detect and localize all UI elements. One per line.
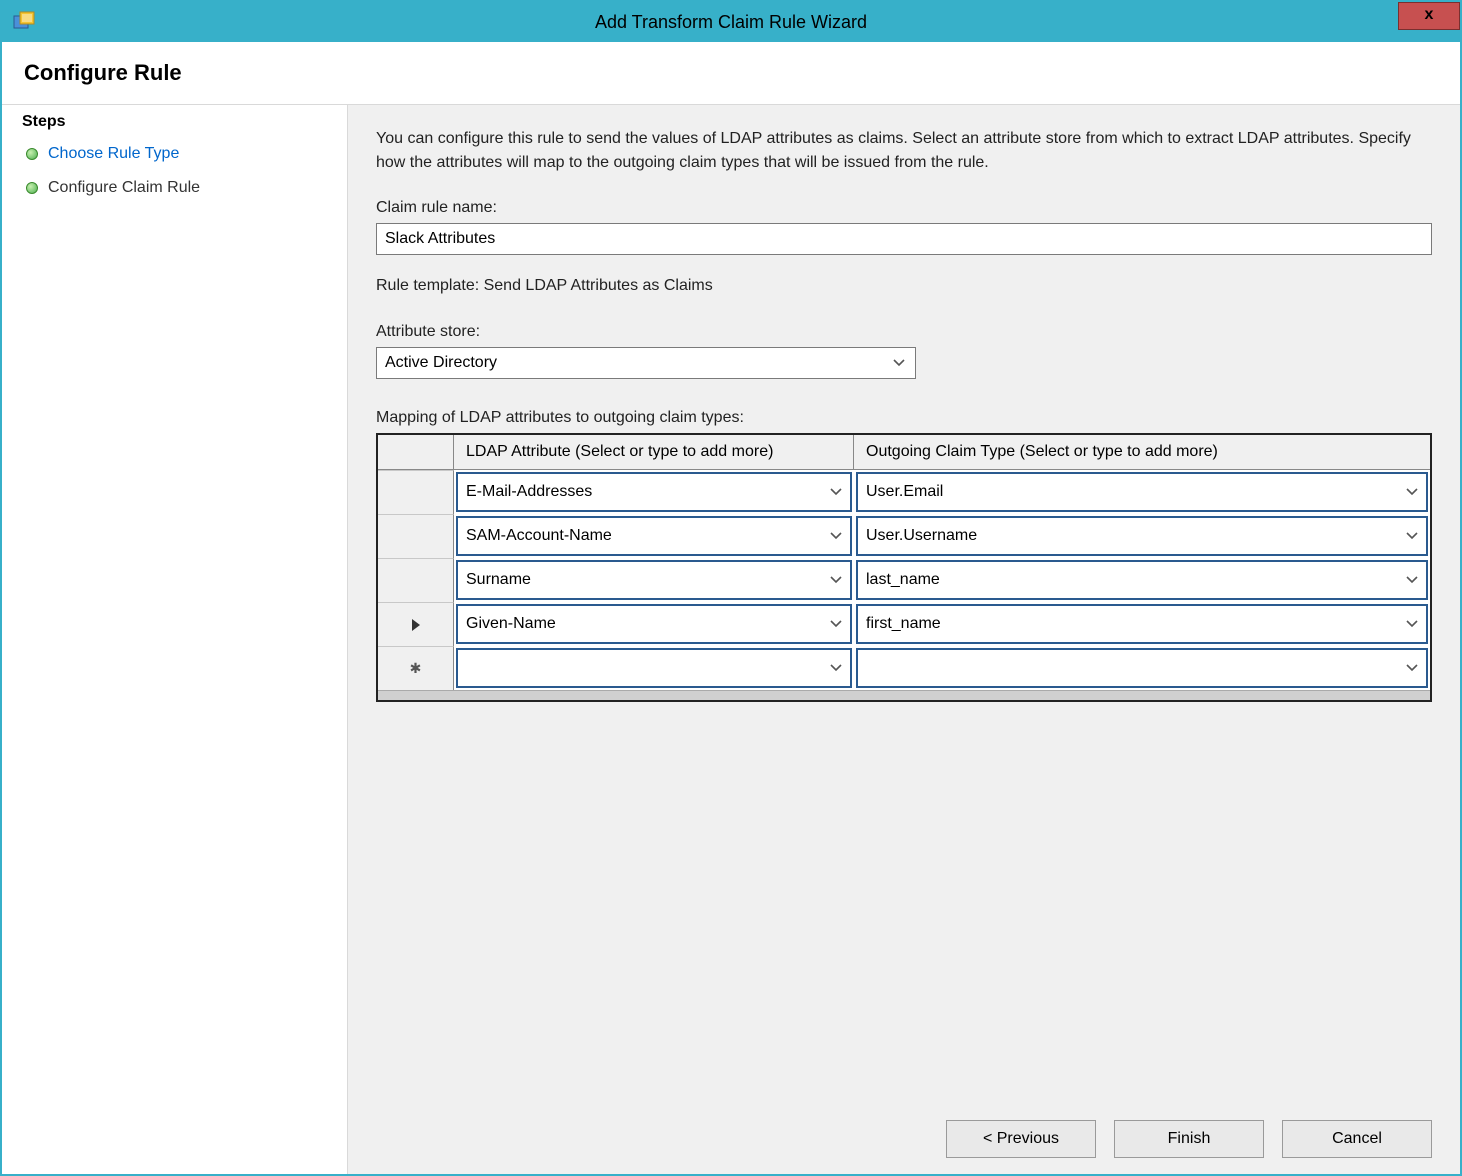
page-header: Configure Rule [2, 42, 1460, 104]
grid-row: Surname last_name [378, 558, 1430, 602]
chevron-down-icon [830, 488, 842, 496]
grid-row: ✱ [378, 646, 1430, 690]
page-title: Configure Rule [24, 60, 1438, 86]
current-row-icon [412, 619, 420, 631]
cell-value: User.Username [866, 527, 977, 545]
outgoing-claim-cell[interactable]: first_name [856, 604, 1428, 644]
finish-button[interactable]: Finish [1114, 1120, 1264, 1158]
step-label: Configure Claim Rule [48, 179, 200, 197]
new-row-icon: ✱ [410, 660, 422, 677]
grid-header-row: LDAP Attribute (Select or type to add mo… [378, 435, 1430, 470]
ldap-attribute-cell[interactable]: Given-Name [456, 604, 852, 644]
outgoing-claim-cell[interactable] [856, 648, 1428, 688]
chevron-down-icon [1406, 532, 1418, 540]
step-configure-claim-rule[interactable]: Configure Claim Rule [2, 171, 347, 205]
outgoing-claim-cell[interactable]: User.Email [856, 472, 1428, 512]
rule-template-label: Rule template: Send LDAP Attributes as C… [376, 277, 1432, 295]
content-pane: You can configure this rule to send the … [347, 104, 1460, 1174]
grid-row: Given-Name first_name [378, 602, 1430, 646]
app-icon [12, 10, 36, 34]
ldap-attribute-cell[interactable] [456, 648, 852, 688]
chevron-down-icon [1406, 488, 1418, 496]
chevron-down-icon [893, 359, 905, 367]
cell-value: first_name [866, 615, 941, 633]
row-header[interactable] [378, 558, 454, 602]
main-area: Steps Choose Rule Type Configure Claim R… [2, 104, 1460, 1174]
grid-row: E-Mail-Addresses User.Email [378, 470, 1430, 514]
previous-button[interactable]: < Previous [946, 1120, 1096, 1158]
window-title: Add Transform Claim Rule Wizard [2, 12, 1460, 33]
row-header[interactable] [378, 470, 454, 514]
ldap-attribute-cell[interactable]: E-Mail-Addresses [456, 472, 852, 512]
cell-value: Surname [466, 571, 531, 589]
col-header-ldap: LDAP Attribute (Select or type to add mo… [454, 435, 854, 469]
ldap-attribute-cell[interactable]: Surname [456, 560, 852, 600]
step-bullet-icon [26, 182, 38, 194]
attribute-store-select[interactable]: Active Directory [376, 347, 916, 379]
steps-sidebar: Steps Choose Rule Type Configure Claim R… [2, 104, 347, 1174]
cell-value: Given-Name [466, 615, 556, 633]
wizard-footer: < Previous Finish Cancel [376, 1096, 1432, 1158]
grid-scrollbar[interactable] [378, 690, 1430, 700]
claim-rule-name-input[interactable] [376, 223, 1432, 255]
chevron-down-icon [830, 576, 842, 584]
col-header-claim: Outgoing Claim Type (Select or type to a… [854, 435, 1430, 469]
step-bullet-icon [26, 148, 38, 160]
row-header[interactable] [378, 602, 454, 646]
step-label: Choose Rule Type [48, 145, 179, 163]
chevron-down-icon [830, 664, 842, 672]
row-header[interactable]: ✱ [378, 646, 454, 690]
chevron-down-icon [830, 532, 842, 540]
mapping-label: Mapping of LDAP attributes to outgoing c… [376, 409, 1432, 427]
cancel-button[interactable]: Cancel [1282, 1120, 1432, 1158]
row-header[interactable] [378, 514, 454, 558]
grid-corner [378, 435, 454, 469]
grid-row: SAM-Account-Name User.Username [378, 514, 1430, 558]
mapping-grid: LDAP Attribute (Select or type to add mo… [376, 433, 1432, 702]
cell-value: E-Mail-Addresses [466, 483, 592, 501]
outgoing-claim-cell[interactable]: User.Username [856, 516, 1428, 556]
close-button[interactable]: x [1398, 2, 1460, 30]
chevron-down-icon [830, 620, 842, 628]
attribute-store-value: Active Directory [385, 354, 497, 372]
titlebar: Add Transform Claim Rule Wizard x [2, 2, 1460, 42]
cell-value: SAM-Account-Name [466, 527, 612, 545]
claim-rule-name-label: Claim rule name: [376, 199, 1432, 217]
chevron-down-icon [1406, 620, 1418, 628]
steps-heading: Steps [2, 105, 347, 137]
wizard-window: Add Transform Claim Rule Wizard x Config… [0, 0, 1462, 1176]
description-text: You can configure this rule to send the … [376, 127, 1432, 175]
attribute-store-label: Attribute store: [376, 323, 1432, 341]
outgoing-claim-cell[interactable]: last_name [856, 560, 1428, 600]
cell-value: User.Email [866, 483, 943, 501]
chevron-down-icon [1406, 576, 1418, 584]
chevron-down-icon [1406, 664, 1418, 672]
cell-value: last_name [866, 571, 940, 589]
ldap-attribute-cell[interactable]: SAM-Account-Name [456, 516, 852, 556]
step-choose-rule-type[interactable]: Choose Rule Type [2, 137, 347, 171]
